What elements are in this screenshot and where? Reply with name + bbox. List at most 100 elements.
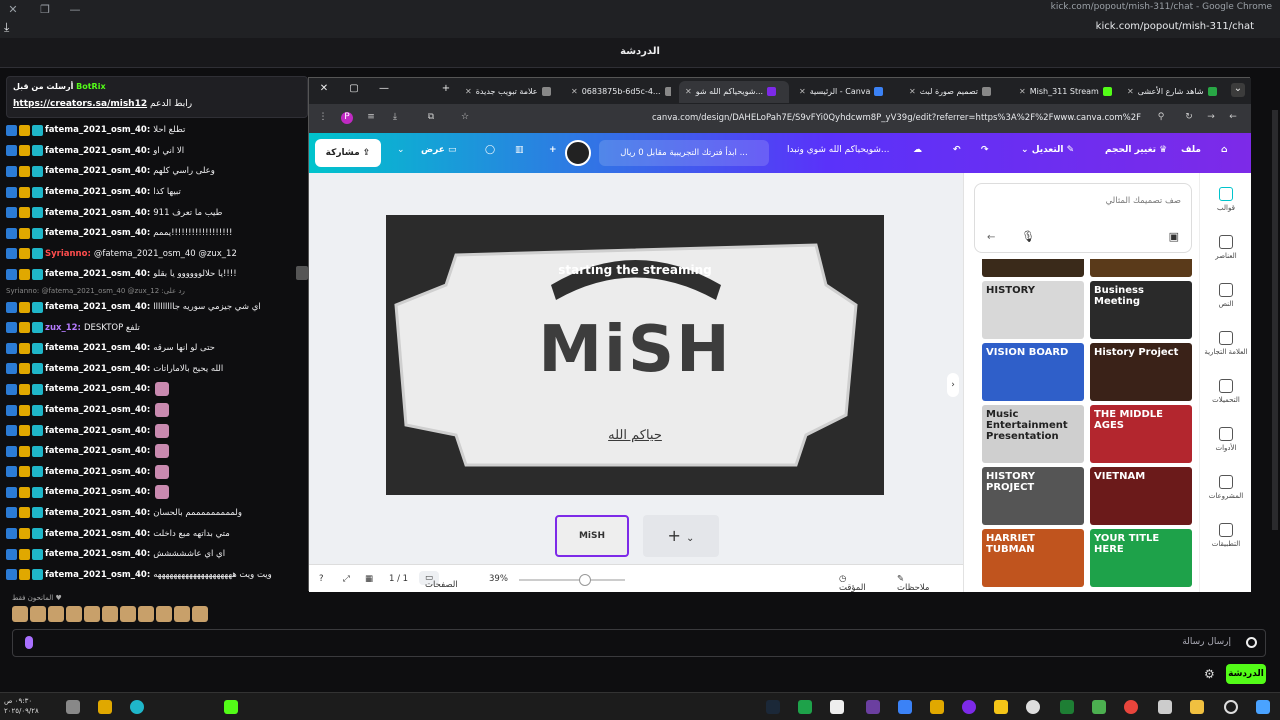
mic-icon[interactable]: 🎙 — [1021, 230, 1035, 243]
chat-username[interactable]: fatema_2021_osm_40: — [45, 269, 150, 279]
chevron-down-icon[interactable]: ⌄ — [1231, 83, 1245, 97]
chat-message[interactable]: fatema_2021_osm_40: — [6, 482, 308, 503]
template-card[interactable]: Business Meeting — [1090, 281, 1192, 339]
app-icon[interactable] — [962, 700, 976, 714]
extension-icon[interactable]: ⧉ — [425, 112, 437, 124]
maximize-icon[interactable]: ❐ — [34, 3, 56, 17]
template-card[interactable]: VIETNAM — [1090, 467, 1192, 525]
download-icon[interactable]: ⤓ — [389, 112, 401, 124]
image-upload-icon[interactable]: ▣ — [1169, 230, 1179, 243]
chat-username[interactable]: fatema_2021_osm_40: — [45, 487, 150, 497]
add-page-button[interactable]: + ⌄ — [643, 515, 719, 557]
emoji-icon[interactable] — [1246, 637, 1257, 648]
emote-icon[interactable] — [156, 606, 172, 622]
notes-button[interactable]: ملاحظات ✎ — [897, 574, 929, 593]
chat-username[interactable]: fatema_2021_osm_40: — [45, 549, 150, 559]
app-icon[interactable] — [866, 700, 880, 714]
rail-item-tools[interactable]: الأدوات — [1200, 427, 1252, 452]
tab-design-active[interactable]: ✕ شويحياكم الله شو... — [679, 81, 789, 103]
chat-message[interactable]: fatema_2021_osm_40: اي شي جيزمي سوريه جاا… — [6, 297, 308, 318]
chat-username[interactable]: fatema_2021_osm_40: — [45, 302, 150, 312]
cloud-save-icon[interactable]: ☁ — [913, 145, 922, 155]
rail-item-elements[interactable]: العناصر — [1200, 235, 1252, 260]
app-icon[interactable] — [898, 700, 912, 714]
redo-icon[interactable]: ↷ — [981, 145, 989, 155]
chat-username[interactable]: fatema_2021_osm_40: — [45, 384, 150, 394]
chat-message[interactable]: fatema_2021_osm_40: — [6, 441, 308, 462]
doc-title[interactable]: شويحياكم الله شوي ونبدا... — [787, 145, 890, 155]
chat-username[interactable]: fatema_2021_osm_40: — [45, 228, 150, 238]
chat-message-list[interactable]: fatema_2021_osm_40: تطلع احلا fatema_2021_… — [6, 120, 308, 590]
comment-icon[interactable]: ◯ — [485, 145, 495, 155]
emote-icon[interactable] — [30, 606, 46, 622]
search-icon[interactable] — [1224, 700, 1238, 714]
tab-stream[interactable]: ✕ Mish_311 Stream — [1013, 81, 1119, 103]
chat-message[interactable]: fatema_2021_osm_40: — [6, 462, 308, 483]
avatar[interactable] — [565, 140, 591, 166]
chat-message[interactable]: fatema_2021_osm_40: طيب ما تعرف 911 — [6, 202, 308, 223]
mic-icon[interactable] — [25, 636, 33, 649]
chat-message[interactable]: fatema_2021_osm_40: — [6, 420, 308, 441]
pinned-user[interactable]: BotRix — [76, 82, 105, 91]
ai-prompt-box[interactable]: صف تصميمك المثالي ← 🎙 ▣ — [974, 183, 1192, 253]
chat-message[interactable]: fatema_2021_osm_40: متي بداتهه مبع داخلت — [6, 523, 308, 544]
pinned-message[interactable]: أرسلت من قبل BotRix https://creators.sa/… — [6, 76, 308, 118]
chat-message[interactable]: fatema_2021_osm_40: تبيها كذا — [6, 182, 308, 203]
chat-username[interactable]: fatema_2021_osm_40: — [45, 187, 150, 197]
edit-menu[interactable]: ⌄ التعديل ✎ — [1021, 145, 1074, 155]
playlist-icon[interactable]: ≡ — [365, 112, 377, 124]
close-icon[interactable]: ✕ — [2, 3, 24, 17]
rail-item-text[interactable]: النص — [1200, 283, 1252, 308]
chat-message[interactable]: fatema_2021_osm_40: اي اي عاششششش — [6, 544, 308, 565]
pages-button[interactable]: الصفحات ▭ — [419, 571, 458, 590]
new-tab-icon[interactable]: + — [439, 83, 453, 97]
tab-street[interactable]: ✕ شاهد شارع الأعشى — [1121, 81, 1227, 103]
zoom-slider[interactable] — [519, 579, 625, 581]
chat-message[interactable]: fatema_2021_osm_40: — [6, 400, 308, 421]
excel-icon[interactable] — [1060, 700, 1074, 714]
maximize-icon[interactable]: ▢ — [347, 83, 361, 97]
template-card[interactable] — [982, 259, 1084, 277]
windows-start-icon[interactable] — [1256, 700, 1270, 714]
app-icon[interactable] — [1092, 700, 1106, 714]
outer-scrollbar[interactable] — [1272, 110, 1278, 530]
emote-icon[interactable] — [174, 606, 190, 622]
clock[interactable]: ٠٩:٣٠ ص ٢٠٢٥/٠٩/٢٨ — [4, 696, 39, 716]
tray-icon[interactable] — [224, 700, 238, 714]
chat-message[interactable]: fatema_2021_osm_40: تطلع احلا — [6, 120, 308, 141]
back-icon[interactable]: ← — [1227, 112, 1239, 124]
file-menu[interactable]: ملف — [1181, 145, 1201, 155]
chat-message[interactable]: Syrianno: @fatema_2021_osm_40 @zux_12 — [6, 244, 308, 265]
chat-message[interactable]: fatema_2021_osm_40: حتى لو انها سرقه — [6, 338, 308, 359]
rail-item-apps[interactable]: التطبيقات — [1200, 523, 1252, 548]
app-icon[interactable] — [930, 700, 944, 714]
app-icon[interactable] — [798, 700, 812, 714]
slide-subtitle[interactable]: حياكم الله — [386, 428, 884, 443]
emote-icon[interactable] — [12, 606, 28, 622]
undo-icon[interactable]: ↶ — [953, 145, 961, 155]
trial-button[interactable]: ابدأ فترتك التجريبية مقابل 0 ريال ... — [599, 140, 769, 166]
arrow-left-icon[interactable]: ← — [987, 232, 995, 243]
app-icon[interactable] — [830, 700, 844, 714]
tray-icon[interactable] — [98, 700, 112, 714]
grid-view-icon[interactable]: ▦ — [365, 574, 373, 584]
rail-item-uploads[interactable]: التحميلات — [1200, 379, 1252, 404]
analytics-icon[interactable]: ▥ — [515, 145, 524, 155]
zoom-slider-handle[interactable] — [579, 574, 591, 586]
send-button[interactable]: الدردشة — [1226, 664, 1266, 684]
chat-message[interactable]: fatema_2021_osm_40: وعلى راسي كلهم — [6, 161, 308, 182]
chat-username[interactable]: zux_12: — [45, 323, 81, 333]
chat-username[interactable]: fatema_2021_osm_40: — [45, 570, 150, 580]
timer-button[interactable]: المؤقت ◷ — [839, 574, 866, 593]
scroll-thumb[interactable] — [296, 266, 308, 280]
chat-message[interactable]: fatema_2021_osm_40: ولمممممممممم بالحسان — [6, 503, 308, 524]
download-icon[interactable]: ⤓ — [4, 20, 9, 35]
template-card[interactable]: YOUR TITLE HERE — [1090, 529, 1192, 587]
chat-username[interactable]: fatema_2021_osm_40: — [45, 146, 150, 156]
template-card[interactable]: Music Entertainment Presentation — [982, 405, 1084, 463]
tray-icon[interactable] — [66, 700, 80, 714]
emote-icon[interactable] — [48, 606, 64, 622]
slide-title[interactable]: MiSH — [386, 313, 884, 387]
template-card[interactable]: History Project — [1090, 343, 1192, 401]
emote-icon[interactable] — [138, 606, 154, 622]
